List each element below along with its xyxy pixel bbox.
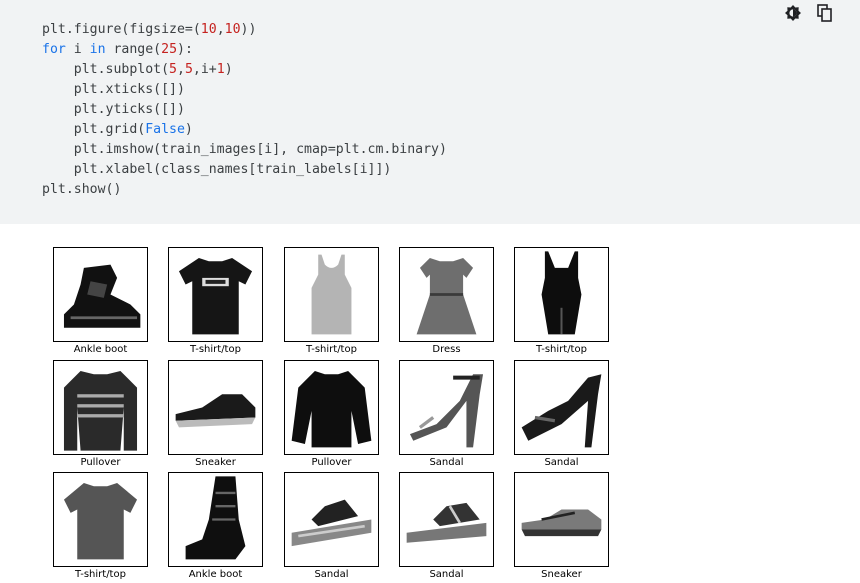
cell-output: Ankle boot T-shirt/top T-shirt/top Dress… <box>0 224 860 583</box>
brightness-icon[interactable] <box>784 4 802 22</box>
sandal-heel-image <box>399 360 494 455</box>
image-label: Ankle boot <box>188 569 243 580</box>
image-label: Sneaker <box>195 457 236 468</box>
sneaker-2-image <box>514 472 609 567</box>
sandal-heel-dark-image <box>514 360 609 455</box>
image-tile: T-shirt/top <box>168 247 263 356</box>
image-tile: Sneaker <box>514 472 609 581</box>
image-label: Sandal <box>429 569 464 580</box>
image-label: Dress <box>432 344 461 355</box>
code-line-3: plt.subplot(5,5,i+1) <box>42 62 233 77</box>
image-label: Sandal <box>429 457 464 468</box>
image-label: Pullover <box>80 457 121 468</box>
tank-top-image <box>284 247 379 342</box>
copy-icon[interactable] <box>816 4 834 22</box>
image-tile: T-shirt/top <box>53 472 148 581</box>
code-line-1: plt.figure(figsize=(10,10)) <box>42 22 257 37</box>
striped-pullover-image <box>53 360 148 455</box>
image-tile: Pullover <box>284 360 379 469</box>
code-line-5: plt.yticks([]) <box>42 102 185 117</box>
image-label: Sneaker <box>541 569 582 580</box>
cell-toolbar <box>784 4 834 22</box>
code-editor[interactable]: plt.figure(figsize=(10,10)) for i in ran… <box>42 20 447 200</box>
tshirt-image <box>168 247 263 342</box>
image-tile: Pullover <box>53 360 148 469</box>
dress-image <box>399 247 494 342</box>
ankle-boot-image <box>53 247 148 342</box>
image-tile: Sneaker <box>168 360 263 469</box>
image-label: Ankle boot <box>73 344 128 355</box>
image-tile: Ankle boot <box>53 247 148 356</box>
image-label: Sandal <box>544 457 579 468</box>
image-label: Sandal <box>314 569 349 580</box>
image-tile: Sandal <box>399 472 494 581</box>
flat-sandal-image <box>284 472 379 567</box>
image-label: T-shirt/top <box>75 569 126 580</box>
image-label: T-shirt/top <box>536 344 587 355</box>
code-line-9: plt.show() <box>42 182 122 197</box>
image-label: T-shirt/top <box>306 344 357 355</box>
sneaker-image <box>168 360 263 455</box>
flat-sandal-2-image <box>399 472 494 567</box>
image-tile: Dress <box>399 247 494 356</box>
image-label: T-shirt/top <box>190 344 241 355</box>
image-tile: Sandal <box>514 360 609 469</box>
code-line-8: plt.xlabel(class_names[train_labels[i]]) <box>42 162 392 177</box>
image-tile: T-shirt/top <box>284 247 379 356</box>
code-line-7: plt.imshow(train_images[i], cmap=plt.cm.… <box>42 142 447 157</box>
code-line-2: for i in range(25): <box>42 42 193 57</box>
image-label: Pullover <box>311 457 352 468</box>
heeled-boot-image <box>168 472 263 567</box>
code-line-6: plt.grid(False) <box>42 122 193 137</box>
code-line-4: plt.xticks([]) <box>42 82 185 97</box>
tshirt-grey-image <box>53 472 148 567</box>
image-tile: Ankle boot <box>168 472 263 581</box>
image-tile: Sandal <box>399 360 494 469</box>
image-tile: T-shirt/top <box>514 247 609 356</box>
image-tile: Sandal <box>284 472 379 581</box>
code-cell[interactable]: plt.figure(figsize=(10,10)) for i in ran… <box>0 0 860 224</box>
dark-tank-image <box>514 247 609 342</box>
pullover-image <box>284 360 379 455</box>
